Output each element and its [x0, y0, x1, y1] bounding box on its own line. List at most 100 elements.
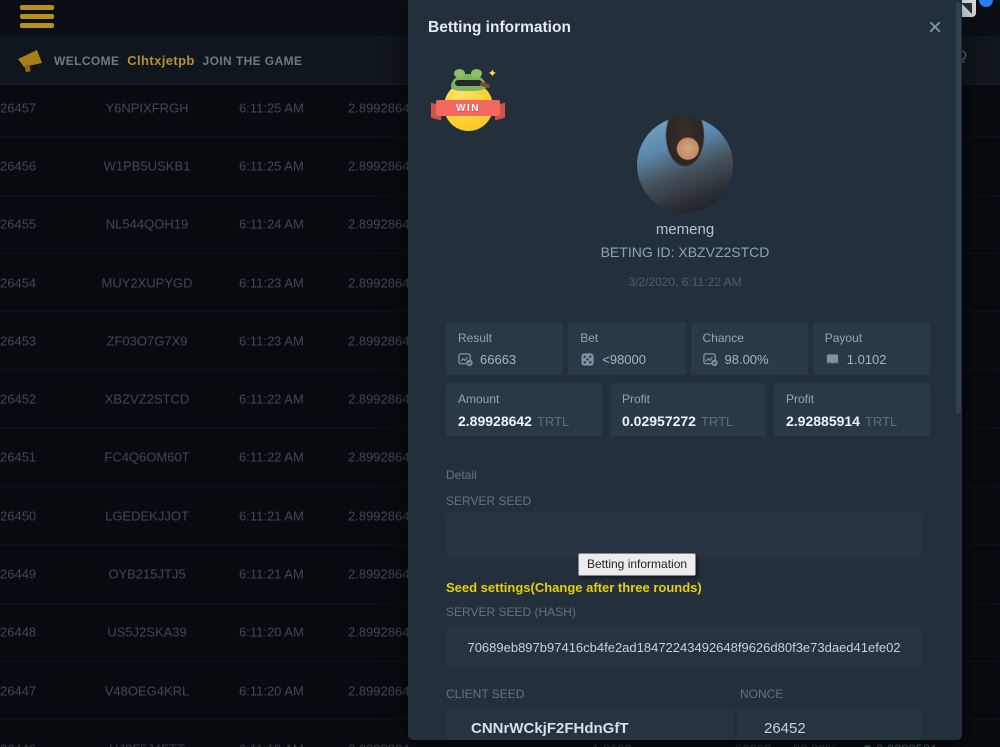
bet-amount: 2.8992864	[348, 625, 409, 640]
modal-scrollbar[interactable]	[956, 2, 961, 414]
profit-total-box: Profit 2.92885914 TRTL	[774, 383, 930, 436]
image-check-icon	[703, 352, 718, 367]
bet-amount: 2.8992864	[348, 450, 409, 465]
sparkle-icon: ✦	[488, 67, 497, 80]
bet-amount: 2.8992864	[348, 392, 409, 407]
seed-settings-link[interactable]: Seed settings(Change after three rounds)	[446, 580, 702, 595]
bet-chance: 98.00%	[793, 741, 837, 747]
bet-amount: 2.8992864	[348, 333, 409, 348]
bet-time: 6:11:22 AM	[239, 392, 311, 407]
stat-chance: Chance 98.00%	[691, 322, 808, 375]
bet-player: V48OEG4KRL	[85, 683, 209, 698]
sunglasses-icon	[455, 80, 482, 86]
stat-label: Payout	[825, 331, 918, 345]
bet-time: 6:11:20 AM	[239, 625, 311, 640]
bet-time: 6:11:25 AM	[239, 100, 311, 115]
stat-result: Result 66663	[446, 322, 563, 375]
bet-player: FC4Q6OM60T	[85, 450, 209, 465]
stat-value: 1.0102	[847, 352, 887, 367]
stats-row-1: Result 66663 Bet <98000	[446, 322, 930, 375]
stat-payout: Payout 1.0102	[813, 322, 930, 375]
bet-player: ZF03O7G7X9	[85, 333, 209, 348]
client-seed-label: CLIENT SEED	[446, 687, 524, 701]
stat-value: <98000	[602, 352, 646, 367]
dice-icon	[580, 352, 595, 367]
bet-time: 6:11:21 AM	[239, 508, 311, 523]
banner-username: Clhtxjetpb	[127, 53, 195, 68]
stat-label: Result	[458, 331, 551, 345]
bet-id: 26451	[0, 450, 36, 465]
bet-time: 6:11:25 AM	[239, 158, 311, 173]
nonce-input[interactable]: 26452	[738, 708, 922, 740]
win-ribbon: WIN	[436, 100, 500, 116]
stat-value: 66663	[480, 352, 516, 367]
bet-time: 6:11:20 AM	[239, 683, 311, 698]
stat-label: Bet	[580, 331, 673, 345]
stat-value: 98.00%	[725, 352, 769, 367]
stat-bet: Bet <98000	[568, 322, 685, 375]
megaphone-icon	[16, 47, 44, 73]
server-seed-hash-label: SERVER SEED (HASH)	[446, 605, 576, 619]
bet-amount: 2.8992864	[348, 217, 409, 232]
close-icon[interactable]: ×	[922, 10, 948, 46]
wallet-icon	[825, 352, 840, 367]
banner-text: WELCOME Clhtxjetpb JOIN THE GAME	[54, 53, 302, 68]
stat-label: Profit	[786, 392, 918, 406]
currency-label: TRTL	[701, 414, 733, 429]
nonce-label: NONCE	[740, 687, 783, 701]
bet-amount: 2.8992864	[348, 275, 409, 290]
bet-player: Y6NPIXFRGH	[85, 100, 209, 115]
bet-amount: 2.8992864	[348, 508, 409, 523]
bet-id: 26457	[0, 100, 36, 115]
bet-player: US5J2SKA39	[85, 625, 209, 640]
bet-id: 26446	[0, 741, 36, 747]
bet-result: 66663	[735, 741, 771, 747]
bet-time: 6:11:19 AM	[239, 741, 311, 747]
server-seed-label: SERVER SEED	[446, 494, 531, 508]
modal-title: Betting information	[428, 19, 571, 37]
bet-time: 6:11:24 AM	[239, 217, 311, 232]
bet-time: 6:11:23 AM	[239, 275, 311, 290]
bet-id: 26447	[0, 683, 36, 698]
menu-hamburger-icon[interactable]	[20, 5, 54, 31]
avatar[interactable]	[637, 117, 733, 213]
bet-profit: 0.0289501	[876, 741, 937, 747]
bet-id: 26454	[0, 275, 36, 290]
bet-time: 6:11:21 AM	[239, 567, 311, 582]
currency-label: TRTL	[865, 414, 897, 429]
bet-id: 26448	[0, 625, 36, 640]
win-label: WIN	[456, 103, 480, 114]
client-seed-input[interactable]: CNNrWCkjF2FHdnGfT	[446, 708, 733, 740]
server-seed-hash-input[interactable]: 70689eb897b97416cb4fe2ad18472243492648f9…	[446, 626, 922, 668]
bet-player: LGEDEKJJOT	[85, 508, 209, 523]
bet-amount: 2.8992864	[348, 741, 409, 747]
stat-label: Profit	[622, 392, 754, 406]
bet-date: 3/2/2020, 6:11:22 AM	[408, 275, 962, 289]
bet-player: HJ3F5J4FTT	[85, 741, 209, 747]
bet-player: W1PB5USKB1	[85, 158, 209, 173]
banner-welcome: WELCOME	[54, 54, 119, 68]
amount-value: 2.89928642	[458, 413, 532, 429]
bet-id: 26452	[0, 392, 36, 407]
profit-total-value: 2.92885914	[786, 413, 860, 429]
bet-payout: 1.0102	[592, 741, 632, 747]
native-tooltip: Betting information	[578, 553, 696, 576]
bet-time: 6:11:23 AM	[239, 333, 311, 348]
stat-label: Chance	[703, 331, 796, 345]
bet-player: OYB215JTJ5	[85, 567, 209, 582]
bet-id: 26450	[0, 508, 36, 523]
server-seed-input[interactable]	[446, 513, 922, 558]
bet-time: 6:11:22 AM	[239, 450, 311, 465]
bet-amount: 2.8992864	[348, 567, 409, 582]
bet-player: MUY2XUPYGD	[85, 275, 209, 290]
profit-box: Profit 0.02957272TRTL	[610, 383, 766, 436]
bet-player: XBZVZ2STCD	[85, 392, 209, 407]
bet-amount: 2.8992864	[348, 683, 409, 698]
bet-id: 26453	[0, 333, 36, 348]
bet-amount: 2.8992864	[348, 158, 409, 173]
stat-label: Amount	[458, 392, 590, 406]
player-name: memeng	[408, 221, 962, 238]
detail-label: Detail	[446, 468, 477, 482]
banner-join: JOIN THE GAME	[203, 54, 303, 68]
frog-icon	[451, 74, 486, 91]
